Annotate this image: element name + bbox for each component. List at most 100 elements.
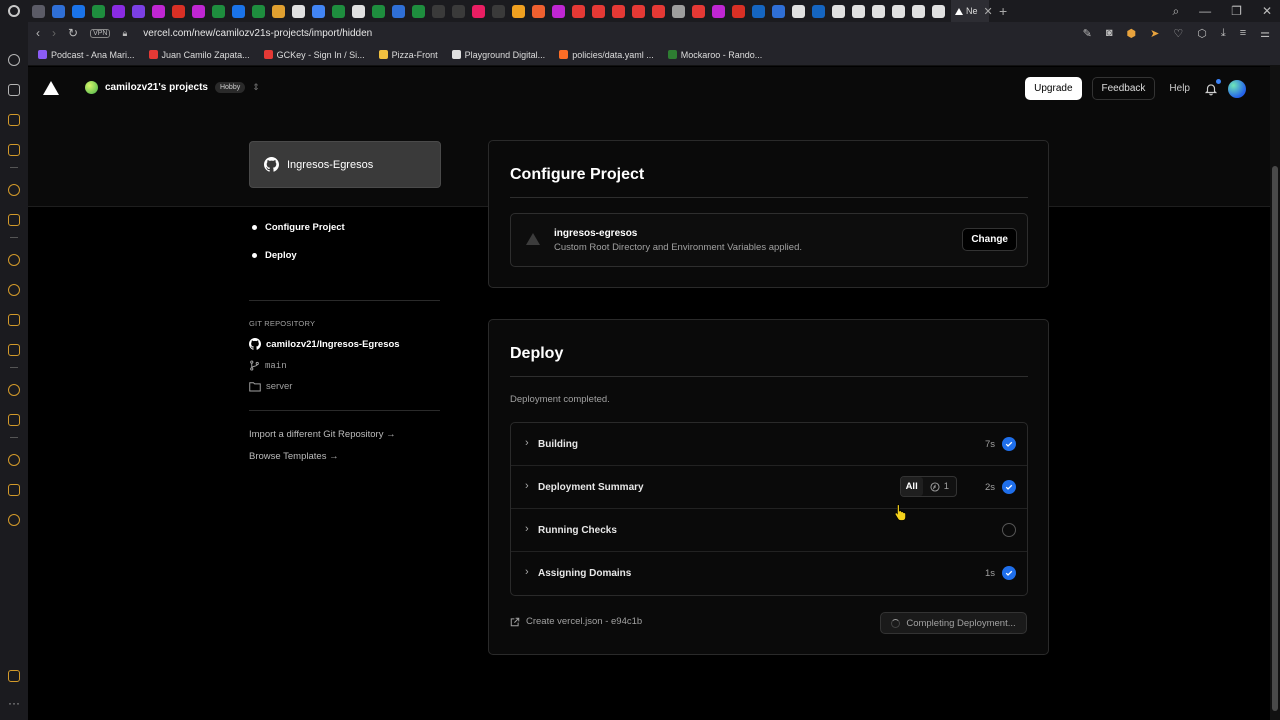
url-input[interactable]: vercel.com/new/camilozv21s-projects/impo… <box>143 28 372 39</box>
lock-icon[interactable]: 🔒︎ <box>122 28 127 39</box>
filter-all-button[interactable]: All <box>900 477 923 496</box>
edit-icon[interactable]: ✎ <box>1083 27 1092 40</box>
reload-icon[interactable]: ↻ <box>68 26 78 40</box>
whatsapp-icon[interactable] <box>8 254 20 266</box>
tab-favicon-icon[interactable] <box>232 4 245 18</box>
bookmark-item[interactable]: Juan Camilo Zapata... <box>148 50 250 60</box>
bookmark-item[interactable]: GCKey - Sign In / Si... <box>263 50 365 60</box>
back-icon[interactable]: ‹ <box>36 26 40 40</box>
commit-link[interactable]: Create vercel.json - e94c1b <box>510 616 642 627</box>
send-icon[interactable]: ➤ <box>1150 27 1159 40</box>
step-row-assigning-domains[interactable]: › Assigning Domains 1s <box>511 552 1027 595</box>
tab-favicon-icon[interactable] <box>872 4 885 18</box>
x-icon[interactable] <box>8 344 20 356</box>
active-tab[interactable]: Ne ✕ <box>951 0 993 22</box>
tab-favicon-icon[interactable] <box>752 4 765 18</box>
aria-icon[interactable] <box>8 214 20 226</box>
tab-favicon-icon[interactable] <box>712 4 725 18</box>
chevron-up-down-icon[interactable]: ⇕ <box>252 82 260 93</box>
tab-favicon-icon[interactable] <box>852 4 865 18</box>
tab-favicon-icon[interactable] <box>732 4 745 18</box>
tab-favicon-icon[interactable] <box>832 4 845 18</box>
feedback-button[interactable]: Feedback <box>1091 77 1156 100</box>
completing-deployment-button[interactable]: Completing Deployment... <box>880 612 1027 634</box>
close-window-icon[interactable]: ✕ <box>1262 4 1272 18</box>
tab-favicon-icon[interactable] <box>772 4 785 18</box>
team-switcher[interactable]: camilozv21's projects Hobby ⇕ <box>85 81 260 94</box>
tab-favicon-icon[interactable] <box>152 4 165 18</box>
bookmark-item[interactable]: policies/data.yaml ... <box>559 50 654 60</box>
minimize-icon[interactable]: — <box>1199 4 1211 18</box>
speed-dial-icon[interactable] <box>8 54 20 66</box>
step-row-running-checks[interactable]: › Running Checks <box>511 509 1027 552</box>
bookmark-item[interactable]: Playground Digital... <box>451 50 545 60</box>
tab-favicon-icon[interactable] <box>932 4 945 18</box>
search-tabs-icon[interactable]: ⌕ <box>1172 4 1179 19</box>
tab-favicon-icon[interactable] <box>612 4 625 18</box>
tab-favicon-icon[interactable] <box>572 4 585 18</box>
tab-favicon-icon[interactable] <box>212 4 225 18</box>
easy-setup-icon[interactable]: ⚌ <box>1260 27 1270 40</box>
tab-favicon-icon[interactable] <box>912 4 925 18</box>
instagram-icon[interactable] <box>8 144 20 156</box>
tab-favicon-icon[interactable] <box>272 4 285 18</box>
settings-icon[interactable] <box>8 514 20 526</box>
tab-favicon-icon[interactable] <box>352 4 365 18</box>
vercel-logo-icon[interactable] <box>43 81 59 95</box>
tab-favicon-icon[interactable] <box>672 4 685 18</box>
twitch-icon[interactable] <box>8 114 20 126</box>
tab-favicon-icon[interactable] <box>172 4 185 18</box>
new-tab-icon[interactable]: + <box>999 3 1007 19</box>
import-different-repo-link[interactable]: Import a different Git Repository → <box>249 429 396 440</box>
menu-icon[interactable]: ≡ <box>1240 27 1246 39</box>
step-row-deployment-summary[interactable]: › Deployment Summary All 1 2s <box>511 466 1027 509</box>
tab-favicon-icon[interactable] <box>472 4 485 18</box>
tab-favicon-icon[interactable] <box>52 4 65 18</box>
help-link[interactable]: Help <box>1165 83 1194 94</box>
tab-favicon-icon[interactable] <box>192 4 205 18</box>
tab-favicon-icon[interactable] <box>792 4 805 18</box>
tab-favicon-icon[interactable] <box>32 4 45 18</box>
tab-favicon-icon[interactable] <box>812 4 825 18</box>
tab-favicon-icon[interactable] <box>892 4 905 18</box>
bookmark-item[interactable]: Pizza-Front <box>378 50 438 60</box>
forward-icon[interactable]: › <box>52 26 56 40</box>
tab-favicon-icon[interactable] <box>652 4 665 18</box>
heart-icon[interactable]: ♡ <box>1173 27 1183 40</box>
shield-icon[interactable]: ⬢ <box>1127 27 1137 40</box>
tab-favicon-icon[interactable] <box>432 4 445 18</box>
tab-favicon-icon[interactable] <box>532 4 545 18</box>
bookmark-item[interactable]: Mockaroo - Rando... <box>667 50 762 60</box>
restore-icon[interactable]: ❐ <box>1231 4 1242 18</box>
telegram-icon[interactable] <box>8 284 20 296</box>
tab-favicon-icon[interactable] <box>312 4 325 18</box>
page-scrollbar[interactable] <box>1270 66 1280 720</box>
cube-icon[interactable] <box>8 484 20 496</box>
change-button[interactable]: Change <box>962 228 1017 251</box>
send-sidebar-icon[interactable] <box>8 414 20 426</box>
tab-favicon-icon[interactable] <box>372 4 385 18</box>
tab-favicon-icon[interactable] <box>92 4 105 18</box>
upgrade-button[interactable]: Upgrade <box>1025 77 1082 100</box>
tab-close-icon[interactable]: ✕ <box>984 5 993 18</box>
bag-icon[interactable] <box>8 84 20 96</box>
bookmark-item[interactable]: Podcast - Ana Mari... <box>38 50 135 60</box>
tab-favicon-icon[interactable] <box>552 4 565 18</box>
player-icon[interactable] <box>8 384 20 396</box>
more-icon[interactable]: ··· <box>8 696 20 710</box>
extensions-icon[interactable]: ⬡ <box>1197 27 1207 40</box>
tab-favicon-icon[interactable] <box>112 4 125 18</box>
chatgpt-icon[interactable] <box>8 184 20 196</box>
wallpaper-icon[interactable] <box>8 670 20 682</box>
tab-favicon-icon[interactable] <box>632 4 645 18</box>
tab-favicon-icon[interactable] <box>292 4 305 18</box>
tab-favicon-icon[interactable] <box>392 4 405 18</box>
tab-favicon-icon[interactable] <box>412 4 425 18</box>
tab-favicon-icon[interactable] <box>452 4 465 18</box>
history-icon[interactable] <box>8 454 20 466</box>
user-avatar[interactable] <box>1228 79 1246 98</box>
summary-filter[interactable]: All 1 <box>899 476 957 497</box>
tab-favicon-icon[interactable] <box>492 4 505 18</box>
vpn-badge[interactable]: VPN <box>90 28 111 38</box>
opera-logo-icon[interactable] <box>0 0 28 22</box>
